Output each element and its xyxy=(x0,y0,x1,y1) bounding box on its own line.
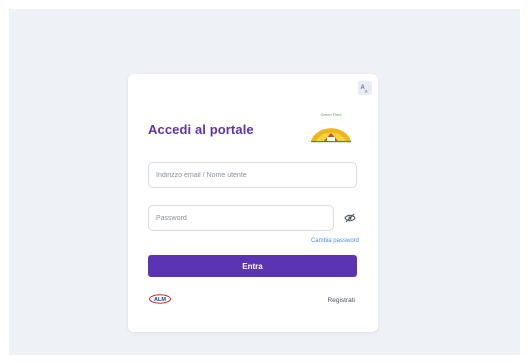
company-logo: Green Field xyxy=(311,112,351,143)
submit-button[interactable]: Entra xyxy=(148,255,357,277)
password-input[interactable] xyxy=(149,206,333,230)
svg-text:a: a xyxy=(365,89,368,93)
partner-logo-text: ALM xyxy=(154,297,166,303)
password-field[interactable] xyxy=(148,205,334,231)
change-password-link[interactable]: Cambia password xyxy=(311,238,359,244)
email-input[interactable] xyxy=(149,163,356,187)
toggle-password-button[interactable] xyxy=(342,211,358,225)
translate-button[interactable]: A a xyxy=(358,81,372,95)
eye-off-icon xyxy=(344,213,356,223)
email-field[interactable] xyxy=(148,162,357,188)
page-title: Accedi al portale xyxy=(148,122,254,137)
register-link[interactable]: Registrati xyxy=(328,297,355,304)
translate-icon: A a xyxy=(361,85,368,93)
login-card: A a Accedi al portale Green Field Cambia… xyxy=(128,74,378,332)
partner-logo: ALM xyxy=(149,294,171,304)
logo-text: Green Field xyxy=(321,112,342,117)
